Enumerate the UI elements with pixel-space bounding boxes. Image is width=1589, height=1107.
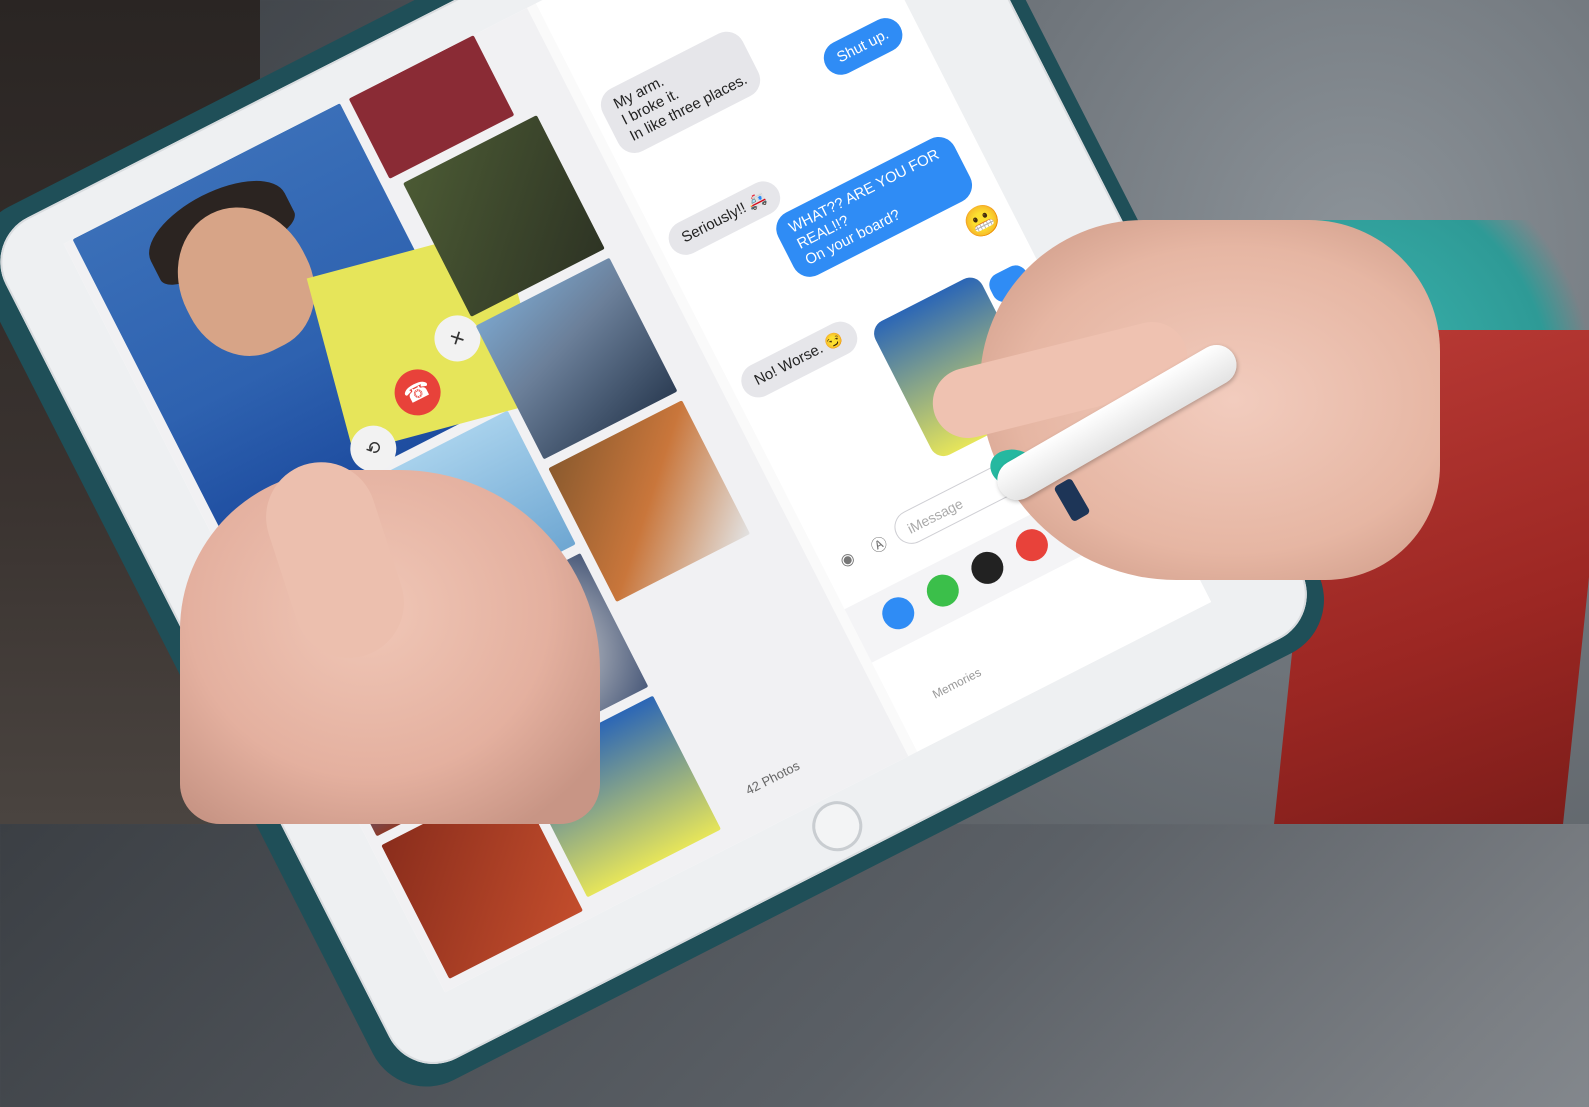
message-bubble-received: Seriously!! 🚑 <box>662 175 786 261</box>
photos-count-label: 42 Photos <box>743 757 803 798</box>
message-bubble-received: My arm. I broke it. In like three places… <box>594 25 767 160</box>
emoji-reaction: 😬 <box>958 198 1007 246</box>
app-store-icon[interactable]: Ⓐ <box>858 523 898 563</box>
memories-label: Memories <box>930 665 984 702</box>
message-bubble-received: No! Worse. 😏 <box>735 315 863 404</box>
camera-icon[interactable]: ◉ <box>827 539 867 579</box>
message-bubble-sent: Shut up. <box>817 12 909 81</box>
message-bubble-sent: WHAT?? ARE YOU FOR REAL!!? On your board… <box>770 130 979 284</box>
